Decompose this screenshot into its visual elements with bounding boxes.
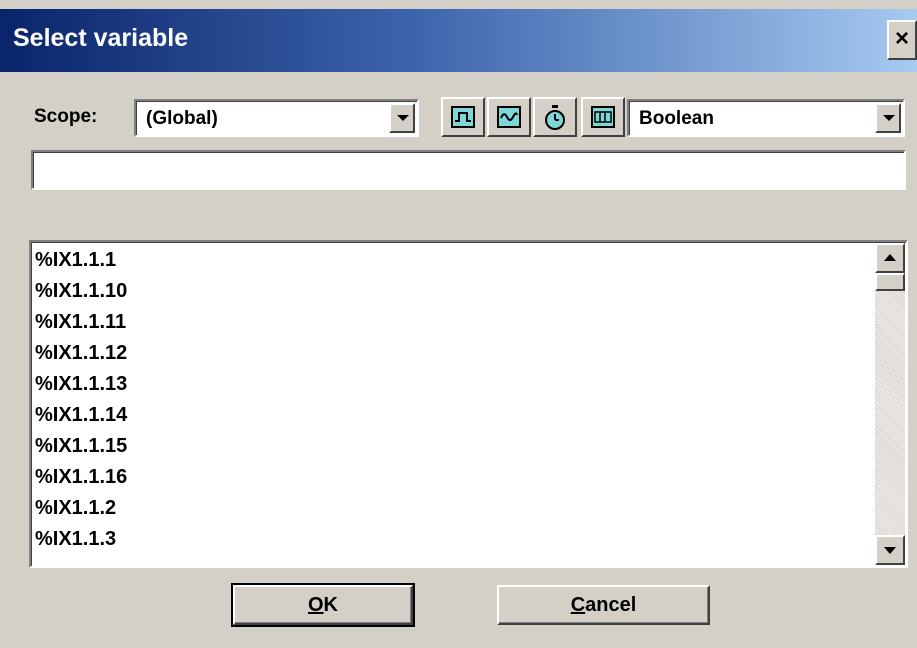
scope-dropdown[interactable]: (Global)	[134, 99, 419, 137]
list-item[interactable]: %IX1.1.15	[35, 431, 127, 462]
list-item[interactable]: %IX1.1.11	[35, 307, 127, 338]
title-bar[interactable]: Select variable ×	[0, 9, 917, 72]
list-item[interactable]: %IX1.1.2	[35, 493, 127, 524]
list-item[interactable]: %IX1.1.10	[35, 276, 127, 307]
list-item[interactable]: %IX1.1.13	[35, 369, 127, 400]
chevron-down-icon[interactable]	[389, 103, 415, 133]
list-scrollbar[interactable]	[875, 243, 905, 565]
close-icon: ×	[894, 25, 909, 52]
scope-label: Scope:	[34, 106, 98, 127]
analog-signal-button[interactable]	[487, 97, 531, 137]
dialog-title: Select variable	[13, 24, 189, 52]
digital-signal-button[interactable]	[441, 97, 485, 137]
scroll-thumb[interactable]	[875, 273, 905, 291]
list-item[interactable]: %IX1.1.14	[35, 400, 127, 431]
variable-list[interactable]: %IX1.1.1 %IX1.1.10 %IX1.1.11 %IX1.1.12 %IX1.…	[29, 240, 908, 568]
structure-button[interactable]	[581, 97, 625, 137]
ok-mnemonic: O	[307, 594, 324, 616]
variable-list-items: %IX1.1.1 %IX1.1.10 %IX1.1.11 %IX1.1.12 %IX1.…	[35, 245, 127, 555]
scroll-down-arrow-icon[interactable]	[875, 535, 905, 565]
scope-value: (Global)	[146, 108, 218, 129]
list-item[interactable]: %IX1.1.1	[35, 245, 127, 276]
analog-signal-icon	[497, 106, 521, 128]
digital-signal-icon	[451, 106, 475, 128]
list-item[interactable]: %IX1.1.16	[35, 462, 127, 493]
type-filter-value: Boolean	[639, 108, 714, 129]
type-filter-dropdown[interactable]: Boolean	[627, 99, 905, 137]
timer-button[interactable]	[533, 97, 577, 137]
chevron-down-icon[interactable]	[875, 103, 901, 133]
close-button[interactable]: ×	[887, 20, 917, 60]
list-item[interactable]: %IX1.1.12	[35, 338, 127, 369]
variable-name-input[interactable]	[31, 150, 906, 190]
cancel-label: ancel	[585, 594, 637, 616]
scroll-up-arrow-icon[interactable]	[875, 243, 905, 273]
cancel-button[interactable]: Cancel	[497, 585, 710, 625]
list-item[interactable]: %IX1.1.3	[35, 524, 127, 555]
select-variable-dialog: Select variable × Scope: (Global) Boolea…	[0, 0, 917, 648]
structure-icon	[591, 106, 615, 128]
cancel-mnemonic: C	[570, 594, 586, 616]
ok-label: K	[323, 594, 338, 616]
ok-button[interactable]: OK	[231, 583, 415, 627]
timer-icon	[545, 105, 565, 130]
